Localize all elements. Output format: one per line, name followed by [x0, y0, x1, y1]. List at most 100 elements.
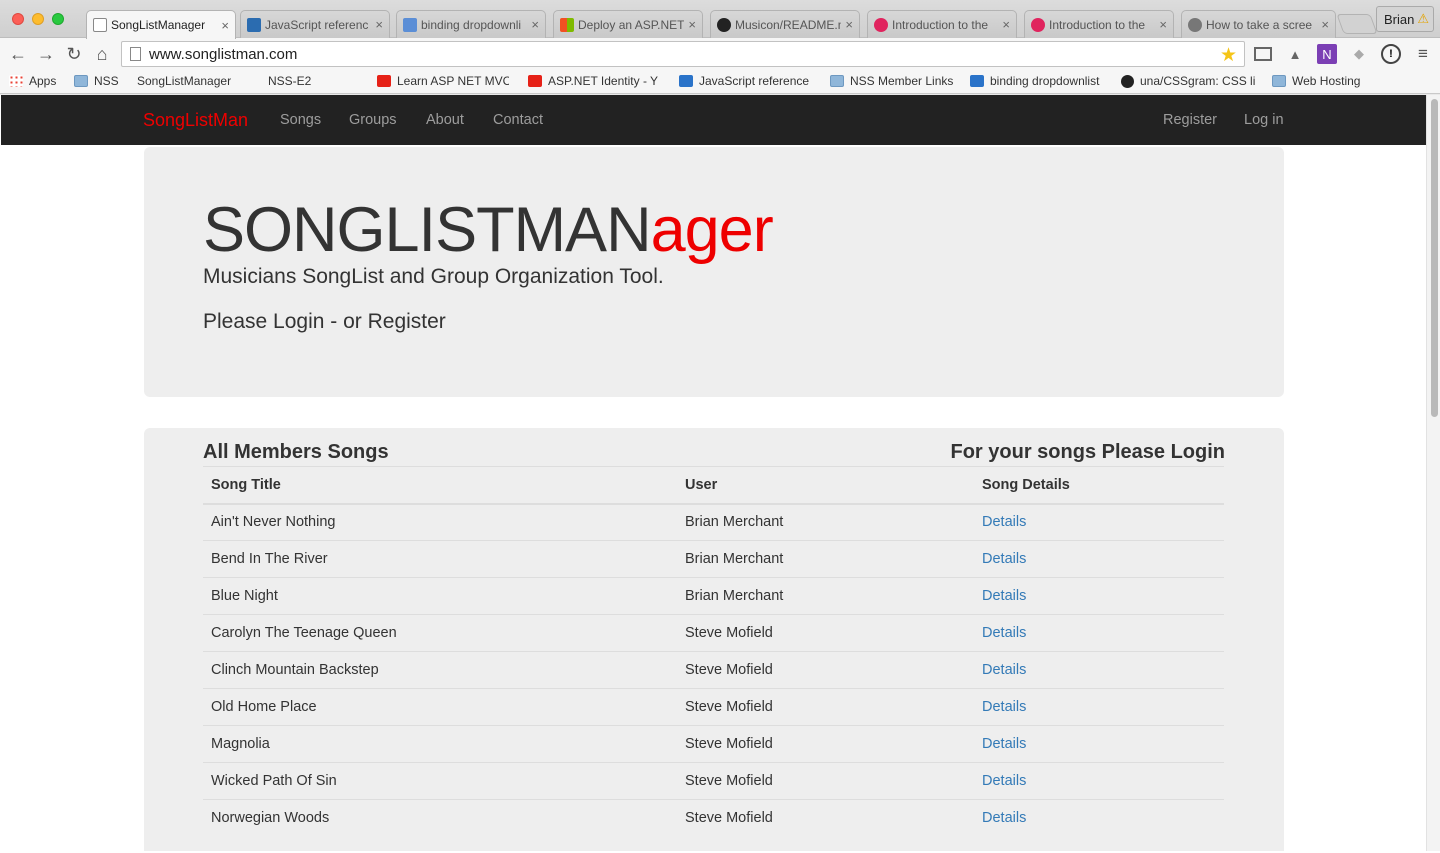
browser-tab[interactable]: How to take a scree ×: [1181, 10, 1336, 38]
cast-icon[interactable]: [1254, 47, 1272, 61]
user-cell: Steve Mofield: [677, 651, 974, 689]
url-text: www.songlistman.com: [149, 45, 298, 63]
browser-tab[interactable]: Musicon/README.m ×: [710, 10, 860, 38]
bookmark-label: SongListManager: [137, 74, 232, 88]
site-navbar: SongListMan Songs Groups About Contact R…: [1, 95, 1426, 145]
song-title-cell: Old Home Place: [203, 688, 677, 726]
minimize-window-icon[interactable]: [32, 13, 44, 25]
youtube-icon: [528, 75, 542, 87]
so-icon: [403, 17, 417, 32]
browser-tab[interactable]: SongListManager ×: [86, 10, 236, 39]
warning-icon: ⚠: [1417, 11, 1430, 26]
browser-tab[interactable]: Introduction to the ×: [867, 10, 1017, 38]
browser-tab[interactable]: Introduction to the ×: [1024, 10, 1174, 38]
nav-songs-link[interactable]: Songs: [280, 112, 321, 128]
details-link[interactable]: Details: [982, 736, 1026, 752]
nav-about-link[interactable]: About: [426, 112, 464, 128]
nav-groups-link[interactable]: Groups: [349, 112, 397, 128]
bookmarks-bar: Apps NSS SongListManager NSS-E2 Learn AS…: [0, 70, 1440, 94]
bookmark-item[interactable]: Learn ASP NET MVC: [377, 74, 509, 88]
brand-link[interactable]: SongListMan: [143, 110, 248, 131]
table-row: Magnolia Steve Mofield Details: [203, 725, 1224, 763]
details-link[interactable]: Details: [982, 662, 1026, 678]
column-header: User: [677, 466, 974, 505]
new-tab-button[interactable]: [1336, 14, 1378, 34]
details-link[interactable]: Details: [982, 588, 1026, 604]
details-link[interactable]: Details: [982, 773, 1026, 789]
info-icon[interactable]: !: [1381, 44, 1401, 64]
page-icon: [130, 47, 141, 61]
column-header: Song Details: [974, 466, 1224, 505]
details-link[interactable]: Details: [982, 514, 1026, 530]
close-tab-icon[interactable]: ×: [688, 17, 696, 32]
bookmark-item[interactable]: Apps: [9, 74, 56, 88]
nav-contact-link[interactable]: Contact: [493, 112, 543, 128]
windows-icon: [560, 17, 574, 32]
scrollbar-thumb[interactable]: [1431, 99, 1438, 417]
dropbox-icon[interactable]: ◆: [1349, 44, 1369, 64]
browser-tab[interactable]: Deploy an ASP.NET ×: [553, 10, 703, 38]
details-link[interactable]: Details: [982, 625, 1026, 641]
details-link[interactable]: Details: [982, 551, 1026, 567]
close-tab-icon[interactable]: ×: [845, 17, 853, 32]
bookmark-star-icon[interactable]: ★: [1220, 44, 1237, 67]
bookmark-item[interactable]: NSS: [74, 74, 119, 88]
register-link[interactable]: Register: [1163, 112, 1217, 128]
bookmark-item[interactable]: binding dropdownlist: [970, 74, 1106, 88]
song-title-cell: Bend In The River: [203, 540, 677, 578]
reload-icon[interactable]: ↻: [63, 43, 85, 65]
details-cell: Details: [974, 540, 1224, 578]
bookmark-item[interactable]: NSS Member Links: [830, 74, 953, 88]
hero-title-red: ager: [650, 195, 774, 265]
table-row: Old Home Place Steve Mofield Details: [203, 688, 1224, 726]
bookmark-item[interactable]: una/CSSgram: CSS li: [1121, 74, 1255, 88]
forward-icon[interactable]: →: [35, 43, 57, 65]
bookmark-item[interactable]: SongListManager: [137, 74, 231, 88]
browser-tab[interactable]: binding dropdownli ×: [396, 10, 546, 38]
tab-label: SongListManager: [111, 18, 206, 32]
browser-toolbar: ← → ↻ ⌂ www.songlistman.com ★ ▲ N ◆ ! ≡: [0, 38, 1440, 70]
song-title-cell: Carolyn The Teenage Queen: [203, 614, 677, 652]
close-tab-icon[interactable]: ×: [531, 17, 539, 32]
close-tab-icon[interactable]: ×: [1159, 17, 1167, 32]
bookmark-label: NSS: [94, 74, 119, 88]
tab-label: How to take a scree: [1206, 17, 1313, 32]
details-cell: Details: [974, 799, 1224, 837]
maximize-window-icon[interactable]: [52, 13, 64, 25]
details-link[interactable]: Details: [982, 810, 1026, 826]
mdn-icon: [679, 75, 693, 87]
folder-icon: [1272, 75, 1286, 87]
close-tab-icon[interactable]: ×: [375, 17, 383, 32]
close-tab-icon[interactable]: ×: [1002, 17, 1010, 32]
menu-icon[interactable]: ≡: [1413, 44, 1433, 64]
bookmark-label: NSS-E2: [268, 74, 312, 88]
bookmark-label: ASP.NET Identity - Y: [548, 74, 659, 88]
so-icon: [970, 75, 984, 87]
login-link[interactable]: Log in: [1244, 112, 1284, 128]
tab-strip: SongListManager × JavaScript referenc × …: [0, 0, 1440, 39]
close-window-icon[interactable]: [12, 13, 24, 25]
bookmark-item[interactable]: Web Hosting: [1272, 74, 1360, 88]
page-scrollbar[interactable]: [1426, 95, 1440, 851]
browser-tab[interactable]: JavaScript referenc ×: [240, 10, 390, 38]
bookmark-item[interactable]: JavaScript reference: [679, 74, 813, 88]
close-tab-icon[interactable]: ×: [221, 18, 229, 33]
details-cell: Details: [974, 762, 1224, 800]
github-icon: [717, 17, 731, 32]
back-icon[interactable]: ←: [7, 43, 29, 65]
tab-label: Deploy an ASP.NET: [578, 17, 685, 32]
bookmark-item[interactable]: ASP.NET Identity - Y: [528, 74, 662, 88]
home-icon[interactable]: ⌂: [91, 43, 113, 65]
bookmark-item[interactable]: NSS-E2: [268, 74, 311, 88]
close-tab-icon[interactable]: ×: [1321, 17, 1329, 32]
address-bar[interactable]: www.songlistman.com: [121, 41, 1245, 67]
table-header-row: Song Title User Song Details: [203, 466, 1224, 505]
details-link[interactable]: Details: [982, 699, 1026, 715]
hero-title: SONGLISTMANager: [203, 194, 774, 266]
profile-button[interactable]: Brian ⚠: [1376, 6, 1434, 32]
onenote-icon[interactable]: N: [1317, 44, 1337, 64]
bookmark-label: binding dropdownlist: [990, 74, 1100, 88]
github-icon: [1121, 74, 1134, 88]
angular-icon[interactable]: ▲: [1285, 44, 1305, 64]
user-cell: Steve Mofield: [677, 799, 974, 837]
